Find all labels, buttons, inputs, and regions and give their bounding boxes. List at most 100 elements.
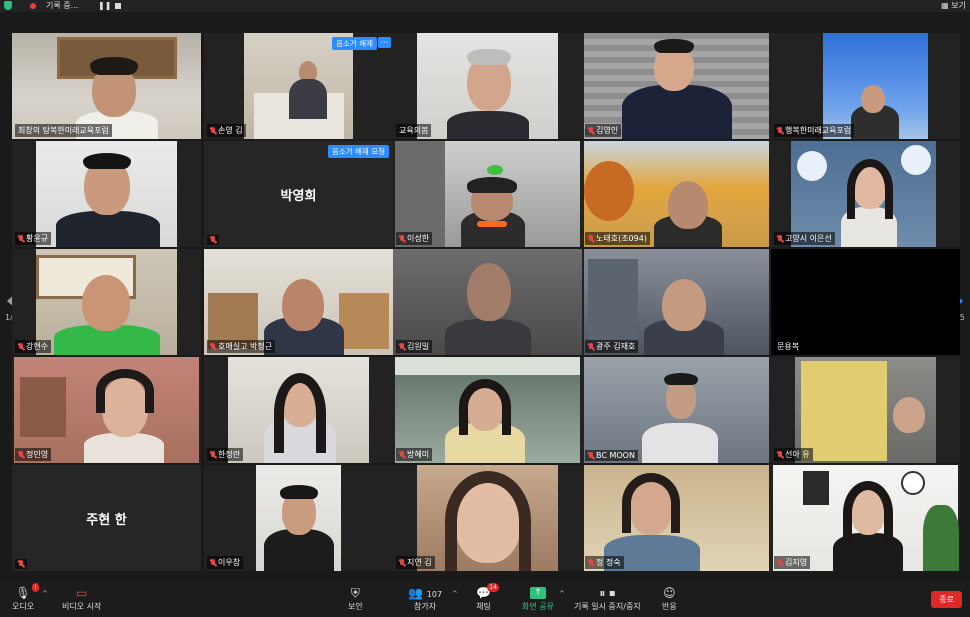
- unmute-request-tag[interactable]: 음소거 해제 요청: [327, 145, 389, 158]
- mic-muted-icon: [18, 450, 24, 459]
- participant-name-label: 김지영: [774, 556, 811, 569]
- video-tile[interactable]: 행복한미래교육포럼: [771, 33, 960, 139]
- participant-name: 호매실고 박정근: [218, 342, 273, 351]
- mic-muted-icon: [18, 234, 24, 243]
- participant-video: [417, 465, 558, 571]
- reactions-button[interactable]: ☺ 반응: [662, 585, 677, 612]
- video-tile[interactable]: 김지영: [771, 465, 960, 571]
- video-tile[interactable]: 선아 유: [771, 357, 960, 463]
- video-tile[interactable]: 최창의 탕복한미래교육포럼: [12, 33, 201, 139]
- background-clutter: [588, 259, 638, 339]
- participant-name-label: [15, 559, 27, 569]
- video-tile[interactable]: 노태호(조094): [582, 141, 771, 247]
- participant-name-label: 선아 유: [774, 448, 813, 461]
- end-meeting-button[interactable]: 종료: [931, 591, 962, 608]
- participant-hair: [280, 485, 318, 499]
- video-tile[interactable]: 교육의봄: [393, 33, 582, 139]
- video-tile[interactable]: 한정란: [204, 357, 393, 463]
- mic-muted-icon: [210, 126, 216, 135]
- pause-recording-icon[interactable]: ❚❚: [98, 1, 111, 10]
- video-tile[interactable]: 박영희 음소거 해제 요청: [204, 141, 393, 247]
- video-tile[interactable]: 정민영: [12, 357, 201, 463]
- window: [395, 357, 580, 375]
- participant-name: 황윤규: [26, 234, 49, 243]
- video-tile[interactable]: 이성한: [393, 141, 582, 247]
- video-tile[interactable]: 황윤규: [12, 141, 201, 247]
- stop-recording-icon[interactable]: [115, 3, 121, 9]
- chat-bubble-icon: 💬 14: [476, 583, 499, 600]
- participants-button[interactable]: 👥 107 참가자: [408, 585, 442, 612]
- participant-body: [84, 433, 164, 463]
- video-tile[interactable]: 문용복: [771, 249, 960, 355]
- mic-muted-icon: [777, 450, 783, 459]
- video-tile[interactable]: 지연 김: [393, 465, 582, 571]
- video-tile[interactable]: 방혜미: [393, 357, 582, 463]
- audio-button[interactable]: 🎙! 오디오: [12, 583, 39, 612]
- held-paper: [801, 361, 887, 461]
- microphone-muted-icon: 🎙!: [15, 583, 39, 600]
- participants-count: 107: [426, 590, 443, 599]
- participant-name: 김원일: [407, 342, 430, 351]
- participant-hair: [83, 153, 131, 169]
- video-tile[interactable]: 고양시 이은선: [771, 141, 960, 247]
- participant-face: [467, 263, 511, 321]
- mic-muted-icon: [588, 558, 594, 567]
- participant-name: 정 정숙: [596, 558, 621, 567]
- video-tile[interactable]: 김영인: [582, 33, 771, 139]
- video-tile[interactable]: 음소거 해제 ··· 손영 김: [204, 33, 393, 139]
- security-button[interactable]: ⛨ 보안: [348, 585, 363, 612]
- video-tile[interactable]: 주현 한: [12, 465, 201, 571]
- mic-muted-icon: [588, 451, 594, 460]
- participant-name: 문용복: [777, 342, 800, 351]
- participant-cap: [467, 177, 517, 193]
- video-tile[interactable]: 호매실고 박정근: [204, 249, 393, 355]
- participant-name: 행복한미래교육포럼: [785, 126, 852, 135]
- participant-video: [417, 33, 558, 139]
- participant-video: [36, 249, 177, 355]
- mic-muted-icon: [210, 558, 216, 567]
- participant-video: [256, 465, 341, 571]
- participant-name: 지연 김: [407, 558, 432, 567]
- chat-unread-badge: 14: [487, 583, 499, 592]
- pause-stop-recording-label: 기록 일시 중지/중지: [574, 602, 641, 611]
- participant-name: 노태호(조094): [596, 234, 647, 243]
- shield-icon: ⛨: [350, 586, 360, 600]
- participant-name-label: 호매실고 박정근: [207, 340, 276, 353]
- smiley-add-icon: ☺: [663, 586, 676, 600]
- more-options-button[interactable]: ···: [377, 37, 391, 48]
- share-screen-button[interactable]: ↑ 화면 공유: [522, 585, 554, 612]
- encryption-shield-icon[interactable]: [4, 1, 12, 10]
- participant-name-label: 행복한미래교육포럼: [774, 124, 855, 137]
- mic-muted-icon: [399, 558, 405, 567]
- participant-name: BC MOON: [596, 451, 635, 460]
- mic-muted-icon: [210, 236, 216, 244]
- mic-muted-icon: [777, 558, 783, 567]
- participant-body: [289, 79, 327, 119]
- participant-name: 이우창: [218, 558, 241, 567]
- participant-video: [584, 357, 769, 463]
- video-tile[interactable]: 김원일: [393, 249, 582, 355]
- view-button[interactable]: ▦ 보기: [941, 0, 966, 11]
- participant-video: [36, 141, 177, 247]
- participant-name-label: [207, 235, 219, 245]
- pause-stop-recording-button[interactable]: ⏸ ⏹ 기록 일시 중지/중지: [574, 585, 641, 612]
- participant-hair: [843, 481, 893, 545]
- video-tile[interactable]: 강현수: [12, 249, 201, 355]
- participant-body: [56, 211, 160, 247]
- participant-name: 최창의 탕복한미래교육포럼: [18, 126, 109, 135]
- participants-options-caret-icon[interactable]: ^: [452, 590, 458, 598]
- participant-name-label: 이우창: [207, 556, 244, 569]
- audio-options-caret-icon[interactable]: ^: [42, 590, 48, 598]
- video-tile[interactable]: BC MOON: [582, 357, 771, 463]
- unmute-request-tag[interactable]: 음소거 해제: [332, 37, 377, 50]
- participant-name-label: 황윤규: [15, 232, 52, 245]
- video-tile[interactable]: 정 정숙: [582, 465, 771, 571]
- share-options-caret-icon[interactable]: ^: [559, 590, 565, 598]
- video-tile[interactable]: 이우창: [204, 465, 393, 571]
- participant-hair: [445, 471, 531, 571]
- video-tile[interactable]: 광주 김재호: [582, 249, 771, 355]
- sprout-headband: [487, 165, 503, 175]
- participant-name: 방혜미: [407, 450, 430, 459]
- start-video-button[interactable]: ▭ 비디오 시작: [62, 585, 101, 612]
- chat-button[interactable]: 💬 14 채팅: [476, 583, 499, 612]
